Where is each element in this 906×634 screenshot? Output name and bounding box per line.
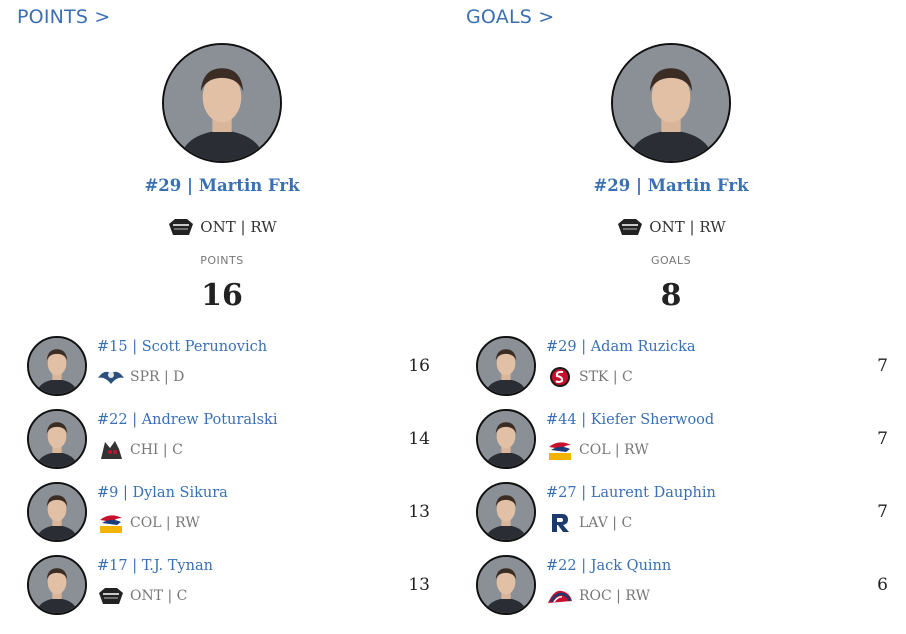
player-stat-value: 14 <box>408 429 430 449</box>
points-leader-list: #15 | Scott Perunovich SPR | D 16 #22 | … <box>27 336 437 628</box>
player-team-line: ROC | RW <box>546 585 650 607</box>
points-category-link[interactable]: POINTS > <box>17 6 110 28</box>
player-stat-value: 7 <box>877 502 888 522</box>
player-photo[interactable] <box>27 409 87 469</box>
player-team-line: STK | C <box>546 366 633 388</box>
leader-name[interactable]: #29 | Martin Frk <box>449 176 893 195</box>
leader-team-line: ONT | RW <box>0 216 444 238</box>
player-stat-value: 13 <box>408 575 430 595</box>
player-team-text: CHI | C <box>130 442 183 458</box>
stat-value: 16 <box>201 278 243 313</box>
player-name[interactable]: #15 | Scott Perunovich <box>97 339 267 355</box>
leader-team-text: ONT | RW <box>200 218 277 236</box>
player-photo[interactable] <box>476 555 536 615</box>
player-name[interactable]: #44 | Kiefer Sherwood <box>546 412 714 428</box>
player-name[interactable]: #9 | Dylan Sikura <box>97 485 228 501</box>
player-team-line: COL | RW <box>97 512 200 534</box>
player-stat-value: 6 <box>877 575 888 595</box>
stat-label: POINTS <box>200 254 244 267</box>
player-name[interactable]: #27 | Laurent Dauphin <box>546 485 716 501</box>
player-team-text: ROC | RW <box>579 588 650 604</box>
player-name[interactable]: #29 | Adam Ruzicka <box>546 339 696 355</box>
list-item[interactable]: #29 | Adam Ruzicka STK | C 7 <box>476 336 888 409</box>
leader-name[interactable]: #29 | Martin Frk <box>0 176 444 195</box>
colorado-eagles-logo-icon <box>546 439 574 461</box>
player-name[interactable]: #22 | Andrew Poturalski <box>97 412 277 428</box>
player-team-line: COL | RW <box>546 439 649 461</box>
list-item[interactable]: #17 | T.J. Tynan ONT | C 13 <box>27 555 437 628</box>
player-team-line: ONT | C <box>97 585 187 607</box>
points-leaders-panel: POINTS > #29 | Martin Frk ONT | RW POINT… <box>0 0 430 634</box>
goals-category-link[interactable]: GOALS > <box>466 6 554 28</box>
player-team-text: LAV | C <box>579 515 633 531</box>
list-item[interactable]: #22 | Andrew Poturalski CHI | C 14 <box>27 409 437 482</box>
player-stat-value: 7 <box>877 356 888 376</box>
player-team-line: LAV | C <box>546 512 632 534</box>
list-item[interactable]: #15 | Scott Perunovich SPR | D 16 <box>27 336 437 409</box>
player-photo[interactable] <box>27 482 87 542</box>
list-item[interactable]: #44 | Kiefer Sherwood COL | RW 7 <box>476 409 888 482</box>
list-item[interactable]: #27 | Laurent Dauphin LAV | C 7 <box>476 482 888 555</box>
player-team-text: SPR | D <box>130 369 185 385</box>
goals-leaders-panel: GOALS > #29 | Martin Frk ONT | RW GOALS … <box>449 0 888 634</box>
ontario-reign-logo-icon <box>616 216 644 238</box>
leader-photo[interactable] <box>611 43 731 163</box>
stockton-heat-logo-icon <box>546 366 574 388</box>
laval-rocket-logo-icon <box>546 512 574 534</box>
player-photo[interactable] <box>27 336 87 396</box>
player-photo[interactable] <box>476 482 536 542</box>
leader-photo[interactable] <box>162 43 282 163</box>
player-stat-value: 13 <box>408 502 430 522</box>
player-photo[interactable] <box>476 409 536 469</box>
player-photo[interactable] <box>476 336 536 396</box>
player-team-text: COL | RW <box>130 515 200 531</box>
leader-team-line: ONT | RW <box>449 216 893 238</box>
player-name[interactable]: #22 | Jack Quinn <box>546 558 671 574</box>
player-team-line: SPR | D <box>97 366 184 388</box>
colorado-eagles-logo-icon <box>97 512 125 534</box>
player-photo[interactable] <box>27 555 87 615</box>
list-item[interactable]: #22 | Jack Quinn ROC | RW 6 <box>476 555 888 628</box>
player-name[interactable]: #17 | T.J. Tynan <box>97 558 213 574</box>
player-team-line: CHI | C <box>97 439 183 461</box>
ontario-reign-logo-icon <box>167 216 195 238</box>
list-item[interactable]: #9 | Dylan Sikura COL | RW 13 <box>27 482 437 555</box>
rochester-americans-logo-icon <box>546 585 574 607</box>
player-team-text: ONT | C <box>130 588 188 604</box>
player-stat-value: 7 <box>877 429 888 449</box>
chicago-wolves-logo-icon <box>97 439 125 461</box>
player-stat-value: 16 <box>408 356 430 376</box>
stat-value: 8 <box>660 278 682 313</box>
stat-label: GOALS <box>650 254 692 267</box>
springfield-thunderbirds-logo-icon <box>97 366 125 388</box>
ontario-reign-logo-icon <box>97 585 125 607</box>
player-team-text: STK | C <box>579 369 633 385</box>
goals-leader-list: #29 | Adam Ruzicka STK | C 7 #44 | Kiefe… <box>476 336 888 628</box>
player-team-text: COL | RW <box>579 442 649 458</box>
leader-team-text: ONT | RW <box>649 218 726 236</box>
